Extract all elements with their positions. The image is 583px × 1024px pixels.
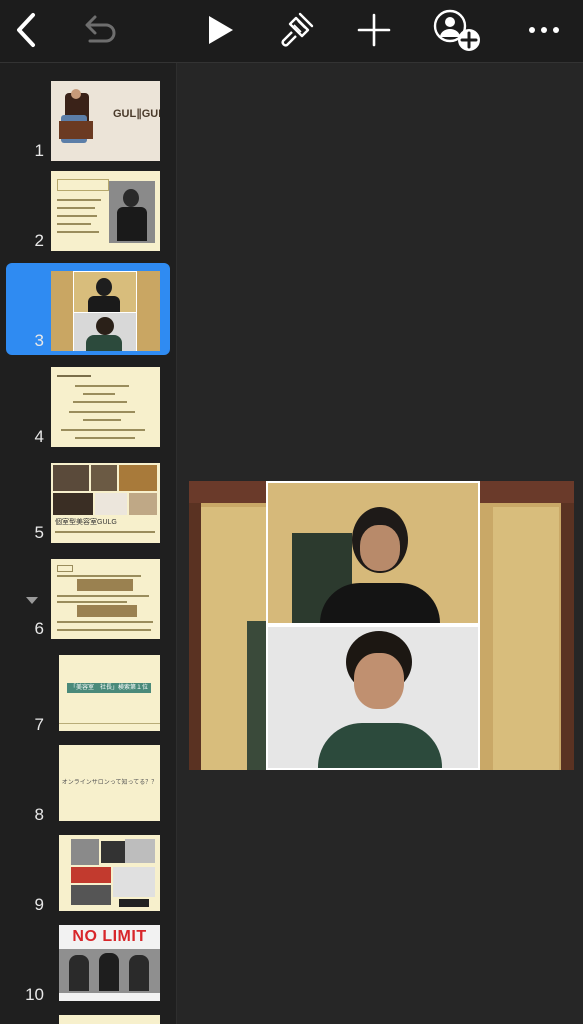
paintbrush-icon: [281, 12, 314, 47]
hanging-scroll: [247, 621, 267, 770]
slide-1-brand: GUL∥GUL: [113, 108, 160, 120]
slide-4-preview: [51, 367, 160, 447]
play-button[interactable]: [194, 6, 246, 54]
left-pillar: [189, 503, 201, 770]
undo-icon: [85, 15, 116, 43]
ellipsis-icon: [529, 27, 559, 33]
chevron-left-icon: [17, 13, 35, 47]
photo-top-face: [360, 525, 400, 571]
collaborate-button[interactable]: [432, 6, 484, 54]
photo-bottom-face: [354, 653, 404, 709]
slide-number: 7: [34, 715, 44, 734]
more-button[interactable]: [518, 6, 570, 54]
slide-thumbnail-partial[interactable]: [59, 1015, 160, 1024]
slide-number: 5: [34, 523, 44, 542]
slide-thumbnail-2[interactable]: 2: [6, 163, 170, 255]
slide-6-preview: [51, 559, 160, 639]
slide-2-preview: [51, 171, 160, 251]
add-button[interactable]: [348, 6, 400, 54]
slide-8-caption: オンラインサロンって知ってる？？: [61, 780, 158, 786]
slide-number: 10: [25, 985, 44, 1004]
slide-canvas[interactable]: [177, 63, 583, 1024]
slide-thumbnail-9[interactable]: 9: [6, 827, 170, 919]
slide-7-caption: 「美容室 社長」検索第１位: [67, 683, 151, 693]
slide-5-preview: 個室型美容室GULGUL: [51, 463, 160, 543]
top-toolbar: [0, 0, 583, 63]
slide-9-preview: [59, 835, 160, 911]
photo-top[interactable]: [266, 481, 480, 625]
slide-1-preview: GUL∥GUL: [51, 81, 160, 161]
slide-thumbnail-1[interactable]: 1 GUL∥GUL: [6, 73, 170, 165]
slide-thumbnail-3-selected[interactable]: 3: [6, 263, 170, 355]
slide-8-preview: オンラインサロンって知ってる？？: [59, 745, 160, 821]
slide-10-caption: NO LIMIT: [72, 928, 147, 945]
format-button[interactable]: [270, 6, 322, 54]
slide-thumbnail-7[interactable]: 7 「美容室 社長」検索第１位: [6, 647, 170, 739]
slide-number: 4: [34, 427, 44, 446]
right-pillar: [561, 503, 574, 770]
undo-button[interactable]: [74, 6, 126, 54]
slide-number: 6: [34, 619, 44, 638]
current-slide[interactable]: [189, 481, 574, 770]
slide-thumbnail-5[interactable]: 5 個室型美容室GULGUL: [6, 455, 170, 547]
plus-icon: [357, 13, 391, 47]
play-icon: [209, 16, 233, 44]
disclosure-triangle-icon[interactable]: [26, 597, 38, 604]
slide-thumbnail-10[interactable]: 10 NO LIMIT: [6, 917, 170, 1009]
photo-bottom[interactable]: [266, 625, 480, 770]
slide-number: 3: [34, 331, 44, 350]
slide-thumbnail-6[interactable]: 6: [6, 551, 170, 643]
slide-number: 8: [34, 805, 44, 824]
photo-top-shirt: [320, 583, 440, 623]
photo-bottom-shirt: [318, 723, 442, 768]
slide-thumbnail-8[interactable]: 8 オンラインサロンって知ってる？？: [6, 737, 170, 829]
slide-10-preview: NO LIMIT: [59, 925, 160, 1001]
add-person-icon: [433, 9, 480, 51]
slide-number: 2: [34, 231, 44, 250]
slide-number: 9: [34, 895, 44, 914]
slide-thumbnail-4[interactable]: 4: [6, 359, 170, 451]
back-button[interactable]: [0, 6, 52, 54]
slide-3-preview: [51, 271, 160, 351]
slide-5-caption: 個室型美容室GULGUL: [55, 519, 117, 526]
slide-number: 1: [34, 141, 44, 160]
right-screen: [493, 507, 559, 770]
slide-7-preview: 「美容室 社長」検索第１位: [59, 655, 160, 731]
slide-navigator[interactable]: 1 GUL∥GUL 2 3 4 5 個室型美容室GULG 6 7 「美容室 社長…: [0, 63, 177, 1024]
